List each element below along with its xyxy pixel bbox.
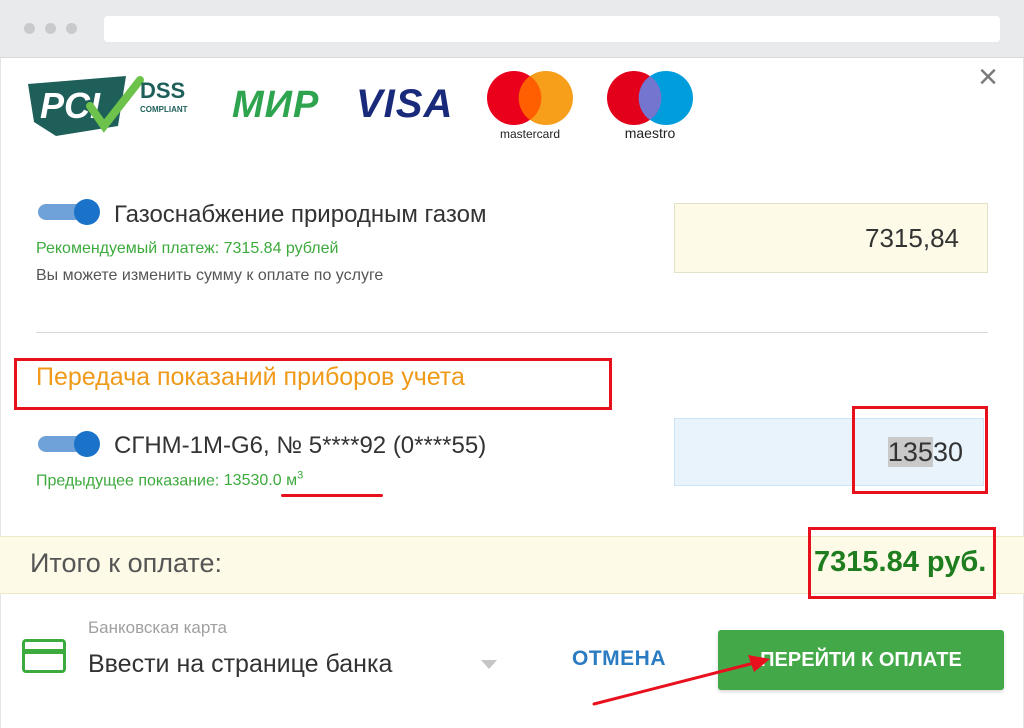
browser-chrome: [0, 0, 1024, 58]
maestro-logo: maestro: [607, 71, 693, 141]
service-toggle[interactable]: [38, 198, 100, 225]
toggle-knob: [74, 199, 100, 225]
payment-method-select[interactable]: Ввести на странице банка: [88, 650, 392, 679]
total-label: Итого к оплате:: [30, 548, 222, 578]
annotation-box: [14, 358, 612, 410]
pci-dss-logo: PCI DSS COMPLIANT: [28, 76, 188, 136]
credit-card-icon: [22, 639, 66, 673]
payment-method-label: Банковская карта: [88, 618, 228, 637]
compliant-text: COMPLIANT: [140, 105, 188, 114]
mir-logo: МИР: [232, 84, 320, 126]
visa-logo: VISA: [356, 82, 454, 126]
cancel-button[interactable]: ОТМЕНА: [572, 647, 666, 671]
annotation-box: [852, 406, 988, 494]
proceed-to-payment-button[interactable]: ПЕРЕЙТИ К ОПЛАТЕ: [718, 630, 1004, 690]
service-amount-input[interactable]: 7315,84: [674, 203, 988, 273]
meter-title: СГНМ-1М-G6, № 5****92 (0****55): [114, 432, 487, 459]
annotation-box: [808, 527, 996, 599]
chevron-down-icon[interactable]: [481, 660, 497, 669]
annotation-underline: [281, 494, 383, 497]
maestro-text: maestro: [625, 125, 676, 141]
window-dot-icon: [45, 23, 56, 34]
close-icon[interactable]: ×: [972, 60, 1004, 94]
toggle-knob: [74, 431, 100, 457]
service-title: Газоснабжение природным газом: [114, 201, 487, 228]
previous-reading-unit-sup: 3: [297, 470, 304, 482]
window-dot-icon: [24, 23, 35, 34]
window-dot-icon: [66, 23, 77, 34]
mastercard-logo: mastercard: [487, 71, 573, 141]
previous-reading-number: 13530.0 м: [223, 472, 298, 490]
meter-toggle[interactable]: [38, 430, 100, 457]
previous-reading-value: 13530.0 м3: [223, 470, 304, 490]
address-bar[interactable]: [104, 16, 1000, 42]
divider: [36, 332, 988, 333]
mastercard-text: mastercard: [500, 127, 560, 141]
dss-text: DSS: [140, 78, 185, 103]
recommended-payment: Рекомендуемый платеж: 7315.84 рублей: [36, 240, 339, 257]
previous-reading-label: Предыдущее показание:: [36, 472, 224, 490]
previous-reading: Предыдущее показание: 13530.0 м3: [36, 470, 303, 490]
service-note: Вы можете изменить сумму к оплате по усл…: [36, 267, 384, 284]
